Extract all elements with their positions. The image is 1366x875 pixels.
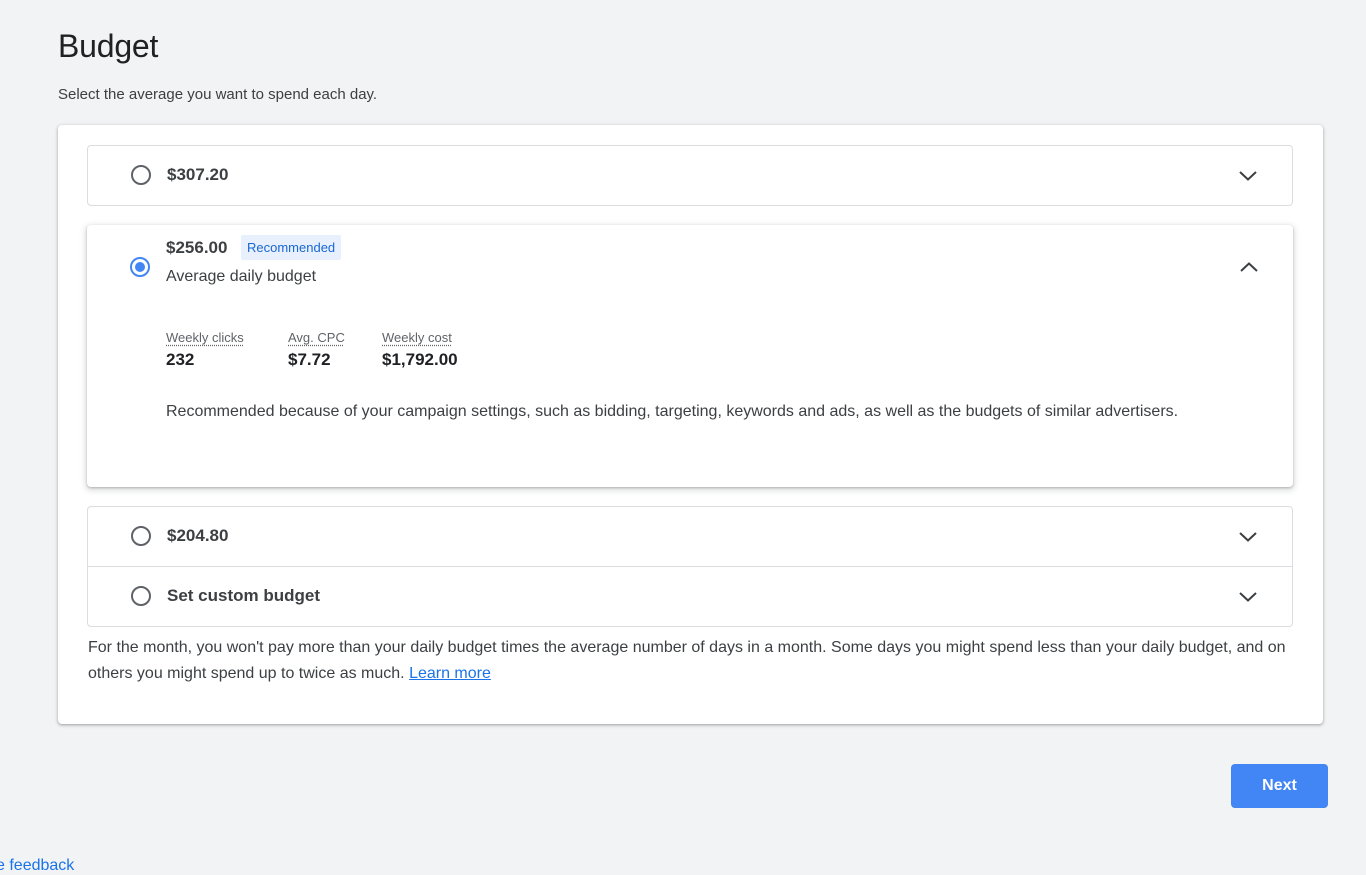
metric-value: $7.72 xyxy=(288,350,331,369)
page-subtitle: Select the average you want to spend eac… xyxy=(58,86,378,103)
chevron-down-icon[interactable] xyxy=(1236,525,1260,549)
budget-page: Budget Select the average you want to sp… xyxy=(0,0,1366,875)
monthly-spend-note: For the month, you won't pay more than y… xyxy=(88,635,1298,687)
metric-label[interactable]: Avg. CPC xyxy=(288,330,345,345)
budget-option-custom[interactable]: Set custom budget xyxy=(87,566,1293,627)
metric-value: $1,792.00 xyxy=(382,350,458,369)
chevron-down-icon[interactable] xyxy=(1236,585,1260,609)
budget-option-recommended[interactable]: $256.00 Recommended Average daily budget… xyxy=(87,225,1293,487)
budget-option-307[interactable]: $307.20 xyxy=(87,145,1293,206)
metric-label[interactable]: Weekly clicks xyxy=(166,330,244,345)
metric-value: 232 xyxy=(166,350,195,369)
give-feedback-link[interactable]: ve feedback xyxy=(0,857,74,875)
page-title: Budget xyxy=(58,28,159,64)
monthly-spend-text: For the month, you won't pay more than y… xyxy=(88,639,1286,682)
metric-avg-cpc: Avg. CPC $7.72 xyxy=(288,330,345,370)
budget-option-radio[interactable] xyxy=(131,586,151,606)
chevron-down-icon[interactable] xyxy=(1236,164,1260,188)
budget-option-label: $307.20 xyxy=(167,165,229,184)
recommended-price: $256.00 xyxy=(166,238,228,257)
budget-option-204[interactable]: $204.80 xyxy=(87,506,1293,567)
metric-weekly-clicks: Weekly clicks 232 xyxy=(166,330,244,370)
learn-more-link[interactable]: Learn more xyxy=(409,665,491,682)
budget-option-label: $204.80 xyxy=(167,526,229,545)
average-daily-budget-label: Average daily budget xyxy=(166,268,317,285)
budget-option-radio[interactable] xyxy=(131,165,151,185)
metric-weekly-cost: Weekly cost $1,792.00 xyxy=(382,330,458,370)
metric-label[interactable]: Weekly cost xyxy=(382,330,458,345)
budget-option-radio-selected[interactable] xyxy=(130,257,150,277)
recommendation-description: Recommended because of your campaign set… xyxy=(166,403,1179,420)
chevron-up-icon[interactable] xyxy=(1237,255,1261,279)
recommended-badge: Recommended xyxy=(241,235,342,260)
budget-option-radio[interactable] xyxy=(131,526,151,546)
next-button[interactable]: Next xyxy=(1231,764,1328,808)
budget-card: $307.20 $256.00 Recommended Average dail… xyxy=(58,125,1323,724)
budget-option-label: Set custom budget xyxy=(167,586,321,605)
